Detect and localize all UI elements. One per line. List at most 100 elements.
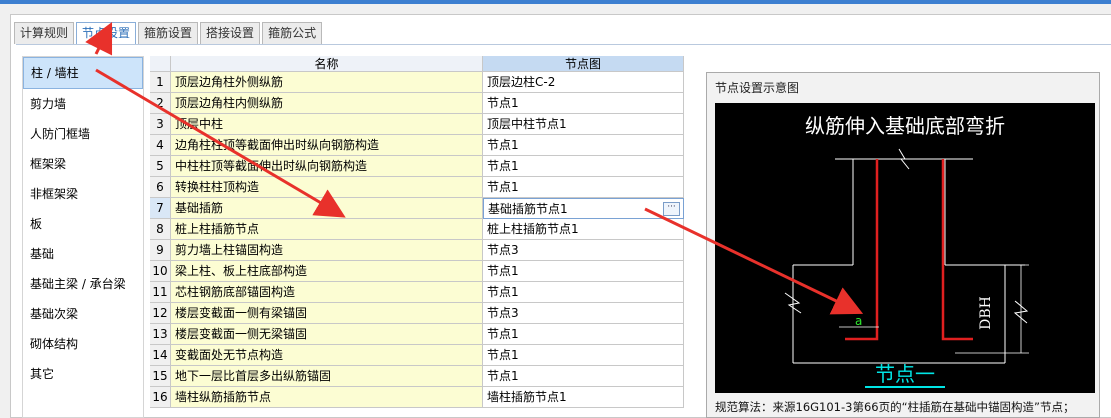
tab-calc-rules[interactable]: 计算规则 (14, 22, 75, 44)
node-picker-button[interactable]: ··· (663, 202, 680, 216)
row-name-cell: 梁上柱、板上柱底部构造 (171, 261, 483, 282)
table-row[interactable]: 6 转换柱柱顶构造 节点1 (150, 177, 684, 198)
row-node-value: 顶层边柱C-2 (487, 75, 556, 89)
table-row[interactable]: 12 楼层变截面一侧有梁锚固 节点3 (150, 303, 684, 324)
table-row[interactable]: 10 梁上柱、板上柱底部构造 节点1 (150, 261, 684, 282)
table-row[interactable]: 7 基础插筋 基础插筋节点1 ··· (150, 198, 684, 219)
sidebar-item-foundation-secondary-beam[interactable]: 基础次梁 (23, 299, 143, 329)
diagram-title: 纵筋伸入基础底部弯折 (805, 114, 1005, 138)
row-number: 6 (150, 177, 171, 198)
node-column-header[interactable]: 节点图 (483, 56, 684, 72)
row-number: 7 (150, 198, 171, 219)
row-number-header (150, 56, 171, 72)
row-name-cell: 楼层变截面一侧有梁锚固 (171, 303, 483, 324)
row-node-value: 顶层中柱节点1 (487, 117, 567, 131)
row-node-cell[interactable]: 节点1 (483, 282, 684, 303)
row-node-cell[interactable]: 节点1 (483, 177, 684, 198)
row-node-cell[interactable]: 节点1 (483, 135, 684, 156)
row-node-value: 节点3 (487, 306, 519, 320)
row-node-cell[interactable]: 节点3 (483, 240, 684, 261)
name-column-header[interactable]: 名称 (171, 56, 483, 72)
sidebar-item-frame-beam[interactable]: 框架梁 (23, 149, 143, 179)
row-node-cell[interactable]: 基础插筋节点1 ··· (483, 198, 684, 219)
row-node-cell[interactable]: 节点1 (483, 156, 684, 177)
row-node-cell[interactable]: 墙柱插筋节点1 (483, 387, 684, 408)
component-type-list: 柱 / 墙柱 剪力墙 人防门框墙 框架梁 非框架梁 板 基础 基础主梁 / 承台… (22, 56, 144, 418)
row-node-value: 桩上柱插筋节点1 (487, 222, 579, 236)
row-node-cell[interactable]: 顶层中柱节点1 (483, 114, 684, 135)
table-row[interactable]: 8 桩上柱插筋节点 桩上柱插筋节点1 (150, 219, 684, 240)
tab-lap-settings[interactable]: 搭接设置 (200, 22, 261, 44)
tab-stirrup-formula[interactable]: 箍筋公式 (262, 22, 323, 44)
row-number: 13 (150, 324, 171, 345)
row-number: 10 (150, 261, 171, 282)
row-node-cell[interactable]: 节点1 (483, 324, 684, 345)
sidebar-item-foundation-main-beam[interactable]: 基础主梁 / 承台梁 (23, 269, 143, 299)
node-settings-grid: 名称 节点图 1 顶层边角柱外侧纵筋 顶层边柱C-2 2 顶层边角柱内侧纵筋 节点1 3 顶层… (150, 56, 684, 416)
sidebar-item-shear-wall[interactable]: 剪力墙 (23, 89, 143, 119)
row-name-cell: 芯柱钢筋底部锚固构造 (171, 282, 483, 303)
tab-stirrup-settings[interactable]: 箍筋设置 (138, 22, 199, 44)
row-name-cell: 墙柱纵筋插筋节点 (171, 387, 483, 408)
row-node-cell[interactable]: 桩上柱插筋节点1 (483, 219, 684, 240)
tab-bar: 计算规则 节点设置 箍筋设置 搭接设置 箍筋公式 (14, 22, 324, 45)
row-node-cell[interactable]: 节点1 (483, 261, 684, 282)
row-number: 9 (150, 240, 171, 261)
row-node-value: 节点3 (487, 243, 519, 257)
table-row[interactable]: 15 地下一层比首层多出纵筋锚固 节点1 (150, 366, 684, 387)
row-number: 11 (150, 282, 171, 303)
row-node-value: 节点1 (487, 285, 519, 299)
rebar-anchorage-diagram: 纵筋伸入基础底部弯折 DBH a 节点一 (784, 114, 1029, 388)
row-number: 1 (150, 72, 171, 93)
row-node-value: 节点1 (487, 348, 519, 362)
table-row[interactable]: 4 边角柱柱顶等截面伸出时纵向钢筋构造 节点1 (150, 135, 684, 156)
dim-a-label: a (855, 314, 862, 328)
row-node-cell[interactable]: 顶层边柱C-2 (483, 72, 684, 93)
sidebar-item-masonry[interactable]: 砌体结构 (23, 329, 143, 359)
table-row[interactable]: 5 中柱柱顶等截面伸出时纵向钢筋构造 节点1 (150, 156, 684, 177)
row-name-cell: 地下一层比首层多出纵筋锚固 (171, 366, 483, 387)
row-number: 15 (150, 366, 171, 387)
row-name-cell: 转换柱柱顶构造 (171, 177, 483, 198)
node-diagram-canvas: 纵筋伸入基础底部弯折 DBH a 节点一 (715, 103, 1095, 393)
dialog-title: 节点设置示意图 (715, 81, 800, 95)
row-node-cell[interactable]: 节点1 (483, 93, 684, 114)
row-number: 12 (150, 303, 171, 324)
node-diagram-dialog: 节点设置示意图 纵筋伸入基础底部弯折 DBH a 节点一 规范算法：来源16G1… (706, 72, 1100, 418)
table-row[interactable]: 11 芯柱钢筋底部锚固构造 节点1 (150, 282, 684, 303)
row-number: 14 (150, 345, 171, 366)
window-top-border (0, 0, 1111, 4)
row-name-cell: 边角柱柱顶等截面伸出时纵向钢筋构造 (171, 135, 483, 156)
row-node-cell[interactable]: 节点1 (483, 345, 684, 366)
sidebar-item-non-frame-beam[interactable]: 非框架梁 (23, 179, 143, 209)
row-number: 5 (150, 156, 171, 177)
sidebar-item-foundation[interactable]: 基础 (23, 239, 143, 269)
tab-node-settings[interactable]: 节点设置 (76, 22, 137, 45)
row-name-cell: 变截面处无节点构造 (171, 345, 483, 366)
sidebar-item-other[interactable]: 其它 (23, 359, 143, 389)
row-node-value: 节点1 (487, 369, 519, 383)
table-row[interactable]: 1 顶层边角柱外侧纵筋 顶层边柱C-2 (150, 72, 684, 93)
sidebar-item-slab[interactable]: 板 (23, 209, 143, 239)
dim-dbh-label: DBH (978, 296, 994, 330)
sidebar-item-civil-defense-door-frame[interactable]: 人防门框墙 (23, 119, 143, 149)
row-name-cell: 顶层中柱 (171, 114, 483, 135)
rebar-right (941, 159, 973, 341)
row-node-value: 节点1 (487, 180, 519, 194)
table-row[interactable]: 2 顶层边角柱内侧纵筋 节点1 (150, 93, 684, 114)
table-row[interactable]: 13 楼层变截面一侧无梁锚固 节点1 (150, 324, 684, 345)
row-number: 4 (150, 135, 171, 156)
row-node-value: 节点1 (487, 327, 519, 341)
sidebar-item-column[interactable]: 柱 / 墙柱 (23, 57, 143, 89)
table-row[interactable]: 16 墙柱纵筋插筋节点 墙柱插筋节点1 (150, 387, 684, 408)
row-number: 2 (150, 93, 171, 114)
row-node-value: 节点1 (487, 96, 519, 110)
table-row[interactable]: 14 变截面处无节点构造 节点1 (150, 345, 684, 366)
row-number: 8 (150, 219, 171, 240)
row-name-cell: 中柱柱顶等截面伸出时纵向钢筋构造 (171, 156, 483, 177)
table-row[interactable]: 9 剪力墙上柱锚固构造 节点3 (150, 240, 684, 261)
row-node-cell[interactable]: 节点1 (483, 366, 684, 387)
row-name-cell: 基础插筋 (171, 198, 483, 219)
table-row[interactable]: 3 顶层中柱 顶层中柱节点1 (150, 114, 684, 135)
row-node-cell[interactable]: 节点3 (483, 303, 684, 324)
